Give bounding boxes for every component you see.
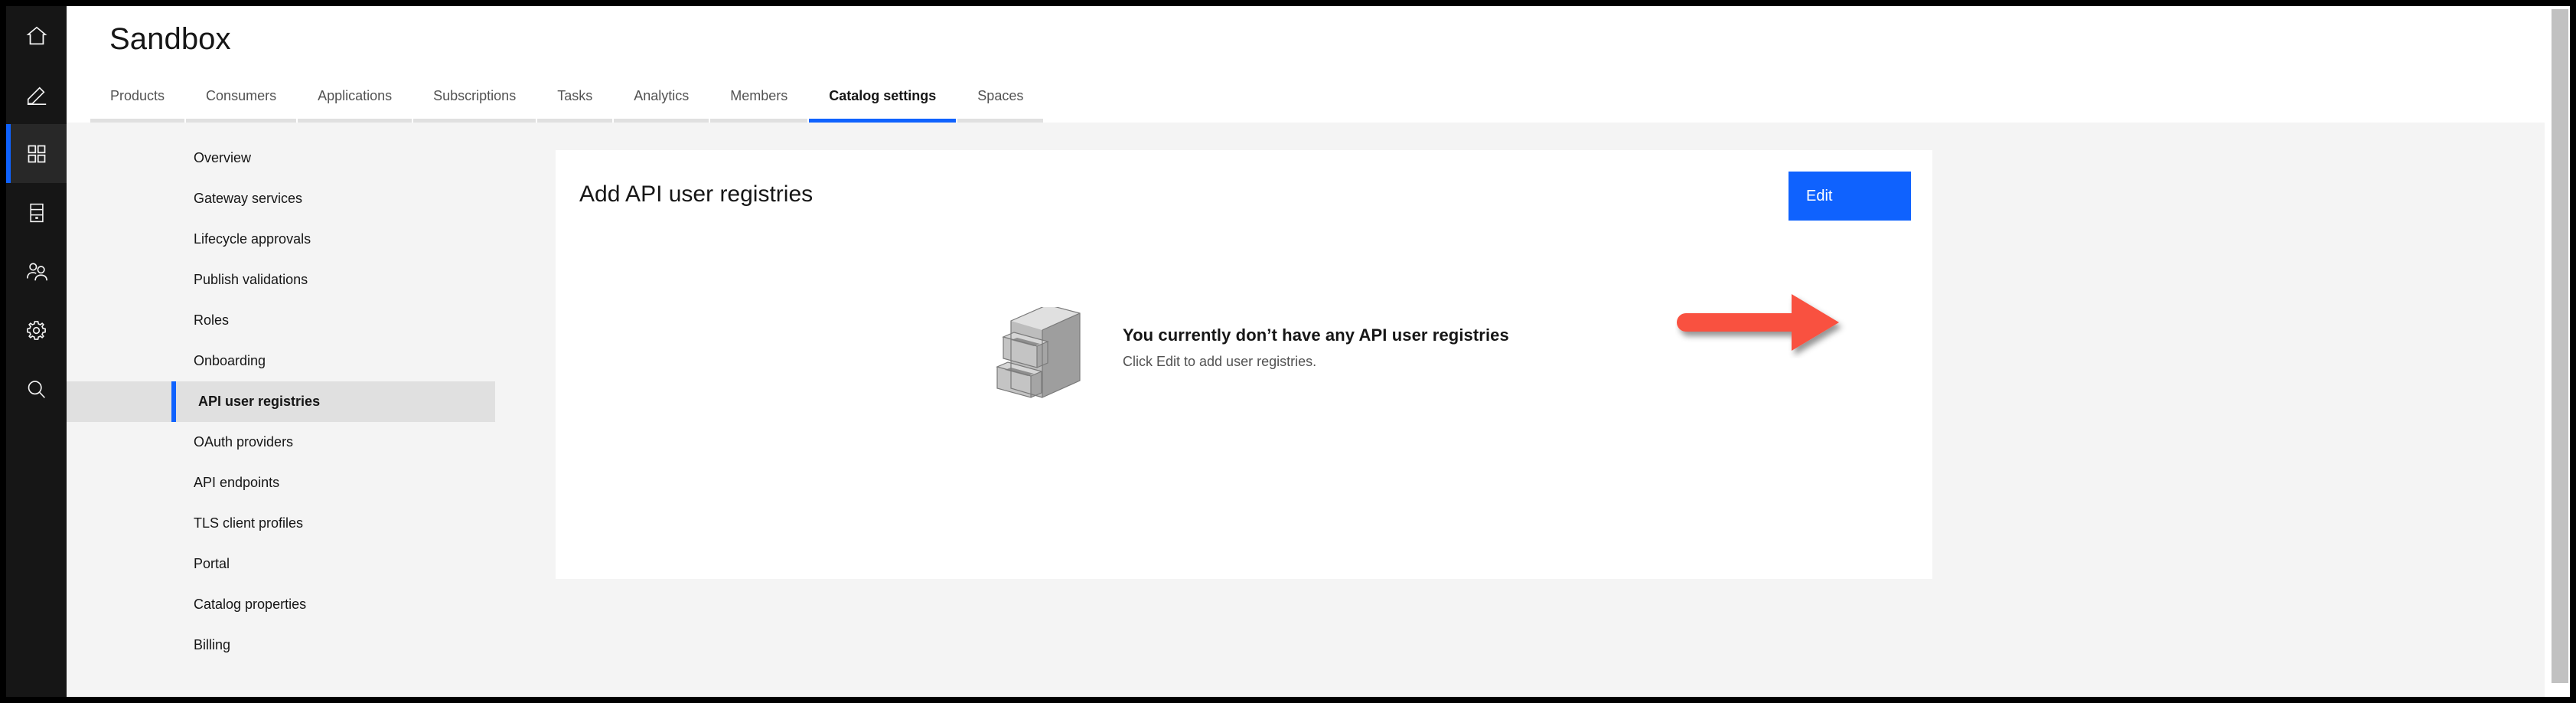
tab-label: Analytics bbox=[634, 88, 690, 103]
tab-label: Members bbox=[730, 88, 788, 103]
catalog-settings-subnav: Overview Gateway services Lifecycle appr… bbox=[67, 138, 495, 665]
tab-label: Applications bbox=[318, 88, 393, 103]
tab-label: Spaces bbox=[977, 88, 1024, 103]
subnav-item-gateway-services[interactable]: Gateway services bbox=[67, 178, 495, 219]
subnav-item-api-user-registries[interactable]: API user registries bbox=[67, 381, 495, 422]
app-viewport: Sandbox Products Consumers Applications … bbox=[6, 6, 2570, 697]
subnav-item-label: TLS client profiles bbox=[194, 515, 304, 531]
subnav-item-billing[interactable]: Billing bbox=[67, 625, 495, 665]
subnav-item-oauth-providers[interactable]: OAuth providers bbox=[67, 422, 495, 463]
tab-spaces[interactable]: Spaces bbox=[957, 79, 1044, 123]
page-title: Sandbox bbox=[109, 22, 231, 56]
tab-label: Products bbox=[110, 88, 165, 103]
search-icon bbox=[25, 378, 47, 401]
subnav-item-label: Roles bbox=[194, 312, 230, 328]
vertical-scrollbar-thumb[interactable] bbox=[2552, 9, 2568, 683]
subnav-item-label: Lifecycle approvals bbox=[194, 231, 311, 247]
primary-rail bbox=[6, 6, 67, 697]
card-title: Add API user registries bbox=[579, 181, 814, 207]
empty-state: You currently don’t have any API user re… bbox=[994, 304, 1509, 402]
rail-item-home[interactable] bbox=[6, 6, 67, 65]
tab-applications[interactable]: Applications bbox=[298, 79, 412, 123]
grid-apps-icon bbox=[26, 143, 47, 165]
subnav-item-label: Publish validations bbox=[194, 272, 308, 287]
subnav-item-publish-validations[interactable]: Publish validations bbox=[67, 260, 495, 300]
catalog-tabbar: Products Consumers Applications Subscrip… bbox=[90, 79, 1045, 123]
filing-cabinet-illustration bbox=[994, 304, 1097, 402]
edit-button[interactable]: Edit bbox=[1789, 172, 1911, 221]
tab-label: Catalog settings bbox=[829, 88, 937, 103]
rail-item-server[interactable] bbox=[6, 183, 67, 242]
server-icon bbox=[26, 202, 47, 224]
subnav-item-label: Billing bbox=[194, 637, 231, 652]
main-column: Sandbox Products Consumers Applications … bbox=[67, 6, 2570, 697]
rail-item-apps[interactable] bbox=[6, 124, 67, 183]
catalog-header: Sandbox Products Consumers Applications … bbox=[67, 6, 2570, 123]
home-icon bbox=[25, 25, 48, 47]
rail-item-edit[interactable] bbox=[6, 65, 67, 124]
tab-subscriptions[interactable]: Subscriptions bbox=[413, 79, 536, 123]
subnav-item-label: Onboarding bbox=[194, 353, 266, 368]
subnav-item-label: Portal bbox=[194, 556, 230, 571]
vertical-scrollbar-track[interactable] bbox=[2545, 6, 2570, 697]
subnav-item-onboarding[interactable]: Onboarding bbox=[67, 341, 495, 381]
subnav-item-label: OAuth providers bbox=[194, 434, 294, 450]
subnav-item-lifecycle-approvals[interactable]: Lifecycle approvals bbox=[67, 219, 495, 260]
subnav-item-api-endpoints[interactable]: API endpoints bbox=[67, 463, 495, 503]
subnav-item-label: API endpoints bbox=[194, 475, 280, 490]
tab-label: Tasks bbox=[557, 88, 593, 103]
users-icon bbox=[25, 260, 48, 283]
subnav-item-roles[interactable]: Roles bbox=[67, 300, 495, 341]
browser-window: Sandbox Products Consumers Applications … bbox=[0, 0, 2576, 703]
rail-item-settings[interactable] bbox=[6, 301, 67, 360]
subnav-item-portal[interactable]: Portal bbox=[67, 544, 495, 584]
empty-state-heading: You currently don’t have any API user re… bbox=[1123, 325, 1509, 345]
pencil-icon bbox=[25, 83, 48, 106]
rail-item-users[interactable] bbox=[6, 242, 67, 301]
subnav-item-overview[interactable]: Overview bbox=[67, 138, 495, 178]
tab-tasks[interactable]: Tasks bbox=[537, 79, 613, 123]
empty-state-subtext: Click Edit to add user registries. bbox=[1123, 354, 1317, 369]
subnav-item-label: Gateway services bbox=[194, 191, 303, 206]
tab-members[interactable]: Members bbox=[710, 79, 808, 123]
tab-consumers[interactable]: Consumers bbox=[186, 79, 297, 123]
subnav-item-tls-client-profiles[interactable]: TLS client profiles bbox=[67, 503, 495, 544]
tab-label: Subscriptions bbox=[433, 88, 517, 103]
subnav-item-catalog-properties[interactable]: Catalog properties bbox=[67, 584, 495, 625]
tab-products[interactable]: Products bbox=[90, 79, 185, 123]
api-user-registries-card: Add API user registries Edit You current… bbox=[556, 150, 1932, 579]
subnav-item-label: Overview bbox=[194, 150, 252, 165]
tab-catalog-settings[interactable]: Catalog settings bbox=[809, 79, 957, 123]
empty-state-text: You currently don’t have any API user re… bbox=[1123, 307, 1509, 371]
content-area: Overview Gateway services Lifecycle appr… bbox=[67, 123, 2570, 697]
gear-icon bbox=[25, 319, 47, 342]
rail-item-search[interactable] bbox=[6, 360, 67, 419]
tab-label: Consumers bbox=[206, 88, 277, 103]
tab-analytics[interactable]: Analytics bbox=[614, 79, 709, 123]
subnav-item-label: API user registries bbox=[198, 394, 321, 409]
subnav-item-label: Catalog properties bbox=[194, 597, 307, 612]
